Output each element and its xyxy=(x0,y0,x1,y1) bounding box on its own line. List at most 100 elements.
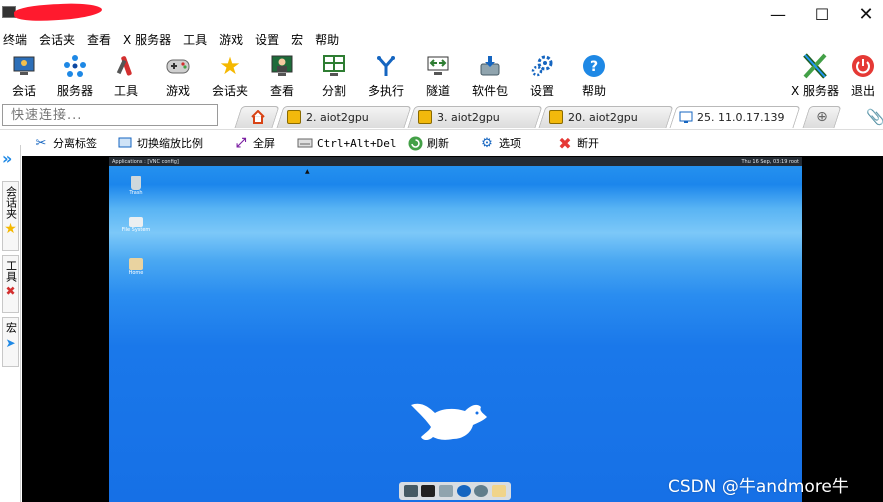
desktop-icon-trash[interactable]: Trash xyxy=(121,176,151,196)
tools-button[interactable]: 工具 xyxy=(102,50,150,100)
xfce-mouse-logo-icon xyxy=(411,403,487,440)
home-icon xyxy=(251,110,265,124)
tools-label: 工具 xyxy=(113,84,138,98)
servers-button[interactable]: 服务器 xyxy=(51,50,99,100)
expand-sidebar-chevron-icon[interactable]: » xyxy=(2,149,12,168)
xserver-button[interactable]: X 服务器 xyxy=(786,50,844,100)
server-dots-icon xyxy=(62,53,88,79)
settings-gears-icon xyxy=(529,53,555,79)
help-icon: ? xyxy=(581,53,607,79)
sidebar-tab-macros-label: 宏 xyxy=(4,322,18,333)
menu-sessions[interactable]: 会话夹 xyxy=(39,31,81,48)
scissors-icon: ✂ xyxy=(35,135,47,151)
toggle-scale-button[interactable]: 切换缩放比例 xyxy=(117,134,203,152)
dock-search-icon[interactable] xyxy=(474,485,489,497)
tab-vnc-active[interactable]: 25. 11.0.17.139 xyxy=(679,106,789,128)
sidebar-tab-tools[interactable]: 工具 ✖ xyxy=(2,255,19,313)
games-button[interactable]: 游戏 xyxy=(154,50,202,100)
refresh-label: 刷新 xyxy=(427,137,449,150)
maximize-button[interactable]: ☐ xyxy=(800,0,844,28)
dock-files-icon[interactable] xyxy=(439,485,454,497)
options-gear-icon: ⚙ xyxy=(481,135,493,151)
main-toolbar: 会话 服务器 工具 游戏 ★ 会话夹 查看 分割 多执行 隧道 软件包 设置 ?… xyxy=(0,50,883,100)
refresh-icon xyxy=(407,135,423,151)
split-screen-icon xyxy=(321,53,347,79)
remote-applications-menu[interactable]: Applications : [VNC config] xyxy=(112,159,179,165)
remote-mouse-cursor-icon: ▲ xyxy=(305,168,310,175)
sessions-folder-label: 会话夹 xyxy=(211,84,248,98)
menu-tools[interactable]: 工具 xyxy=(183,31,213,48)
session-label: 会话 xyxy=(11,84,36,98)
dock-desktop-icon[interactable] xyxy=(403,485,418,497)
detach-tab-button[interactable]: ✂ 分离标签 xyxy=(33,134,97,152)
desktop-icon-home[interactable]: Home xyxy=(121,258,151,276)
remote-clock: Thu 16 Sep, 03:19 root xyxy=(741,158,799,165)
sessions-folder-button[interactable]: ★ 会话夹 xyxy=(206,50,254,100)
packages-label: 软件包 xyxy=(471,84,508,98)
desktop-icon-label: File System xyxy=(121,227,151,233)
desktop-icon-filesystem[interactable]: File System xyxy=(121,217,151,233)
menu-games[interactable]: 游戏 xyxy=(219,31,249,48)
attach-paperclip-icon[interactable]: 📎 xyxy=(866,106,883,128)
tab-label: 2. aiot2gpu xyxy=(306,110,369,124)
dock-folder-icon[interactable] xyxy=(492,485,507,497)
settings-button[interactable]: 设置 xyxy=(518,50,566,100)
gamepad-icon xyxy=(165,53,191,79)
sidebar-tab-sessions[interactable]: 会话夹 ★ xyxy=(2,181,19,251)
menu-settings[interactable]: 设置 xyxy=(255,31,285,48)
menu-help[interactable]: 帮助 xyxy=(315,31,345,48)
tunnel-button[interactable]: 隧道 xyxy=(414,50,462,100)
close-button[interactable]: ✕ xyxy=(844,0,883,28)
xserver-x-icon xyxy=(802,53,828,79)
options-button[interactable]: ⚙ 选项 xyxy=(479,134,521,152)
menu-view[interactable]: 查看 xyxy=(87,31,117,48)
fullscreen-arrows-icon: ⤢ xyxy=(235,135,247,151)
exit-label: 退出 xyxy=(850,84,875,98)
help-button[interactable]: ? 帮助 xyxy=(570,50,618,100)
exit-button[interactable]: 退出 xyxy=(843,50,883,100)
side-panel: » 会话夹 ★ 工具 ✖ 宏 ➤ xyxy=(0,145,21,502)
servers-label: 服务器 xyxy=(56,84,93,98)
tab-label: 3. aiot2gpu xyxy=(437,110,500,124)
dock-browser-icon[interactable] xyxy=(456,485,471,497)
menu-bar: 终端 会话夹 查看 X 服务器 工具 游戏 设置 宏 帮助 xyxy=(0,28,883,50)
remote-desktop[interactable]: Applications : [VNC config] Thu 16 Sep, … xyxy=(109,157,802,502)
multiexec-button[interactable]: 多执行 xyxy=(362,50,410,100)
refresh-button[interactable]: 刷新 xyxy=(407,134,449,152)
tab-aiot2gpu-20[interactable]: 20. aiot2gpu xyxy=(549,106,665,128)
dock-terminal-icon[interactable] xyxy=(421,485,436,497)
sidebar-tab-macros[interactable]: 宏 ➤ xyxy=(2,317,19,367)
fullscreen-button[interactable]: ⤢ 全屏 xyxy=(233,134,275,152)
tab-aiot2gpu-3[interactable]: 3. aiot2gpu xyxy=(418,106,534,128)
star-icon: ★ xyxy=(4,221,17,237)
svg-text:?: ? xyxy=(590,59,598,75)
menu-macros[interactable]: 宏 xyxy=(291,31,309,48)
ssh-key-icon xyxy=(549,110,563,124)
tab-aiot2gpu-2[interactable]: 2. aiot2gpu xyxy=(287,106,403,128)
sidebar-tab-sessions-label: 会话夹 xyxy=(4,186,18,219)
new-tab-button[interactable]: ⊕ xyxy=(810,106,834,128)
scale-monitor-icon xyxy=(117,135,133,151)
menu-xserver[interactable]: X 服务器 xyxy=(123,31,177,48)
disconnect-button[interactable]: ✖ 断开 xyxy=(557,133,599,153)
redacted-title xyxy=(13,0,103,24)
quick-connect-input[interactable] xyxy=(2,104,218,126)
detach-tab-label: 分离标签 xyxy=(53,137,97,150)
disconnect-x-icon: ✖ xyxy=(558,133,572,153)
home-tab[interactable] xyxy=(244,106,272,128)
minimize-button[interactable]: — xyxy=(756,0,800,28)
split-button[interactable]: 分割 xyxy=(310,50,358,100)
options-label: 选项 xyxy=(499,137,521,150)
ctrl-alt-del-button[interactable]: Ctrl+Alt+Del xyxy=(297,134,396,152)
session-button[interactable]: 会话 xyxy=(0,50,48,100)
xserver-label: X 服务器 xyxy=(790,84,840,98)
view-button[interactable]: 查看 xyxy=(258,50,306,100)
ssh-key-icon xyxy=(287,110,301,124)
package-icon xyxy=(477,53,503,79)
multiexec-label: 多执行 xyxy=(367,84,404,98)
view-label: 查看 xyxy=(269,84,294,98)
packages-button[interactable]: 软件包 xyxy=(466,50,514,100)
csdn-watermark: CSDN @牛andmore牛 xyxy=(668,477,849,497)
menu-terminal[interactable]: 终端 xyxy=(3,31,33,48)
home-folder-icon xyxy=(129,258,143,270)
